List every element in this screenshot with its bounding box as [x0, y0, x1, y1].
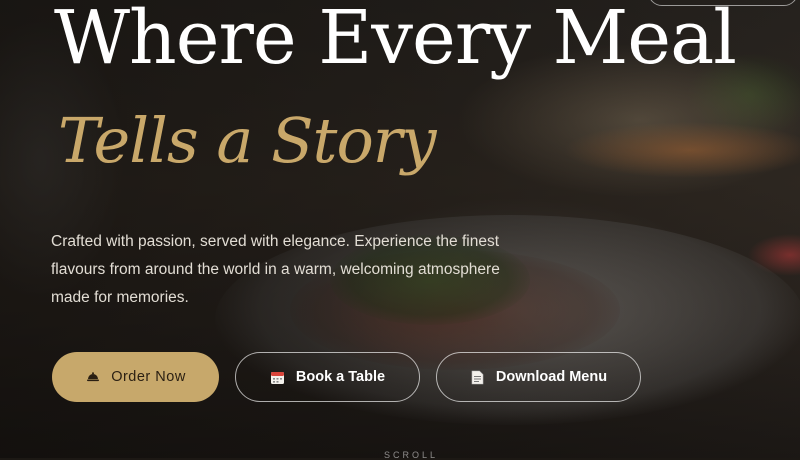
order-now-label: Order Now [111, 369, 186, 385]
download-menu-label: Download Menu [495, 369, 608, 385]
book-table-button[interactable]: Book a Table [235, 352, 420, 402]
order-now-button[interactable]: Order Now [52, 352, 219, 402]
hero-description: Crafted with passion, served with elegan… [51, 233, 500, 306]
calendar-icon [270, 369, 286, 385]
hero-tagline: Tells a Story [58, 104, 436, 177]
scroll-hint: SCROLL [384, 450, 439, 460]
document-icon [470, 369, 486, 385]
hero-title: Where Every Meal [54, 0, 737, 81]
dish-icon [85, 369, 101, 385]
download-menu-button[interactable]: Download Menu [436, 352, 641, 402]
book-table-label: Book a Table [295, 369, 386, 385]
